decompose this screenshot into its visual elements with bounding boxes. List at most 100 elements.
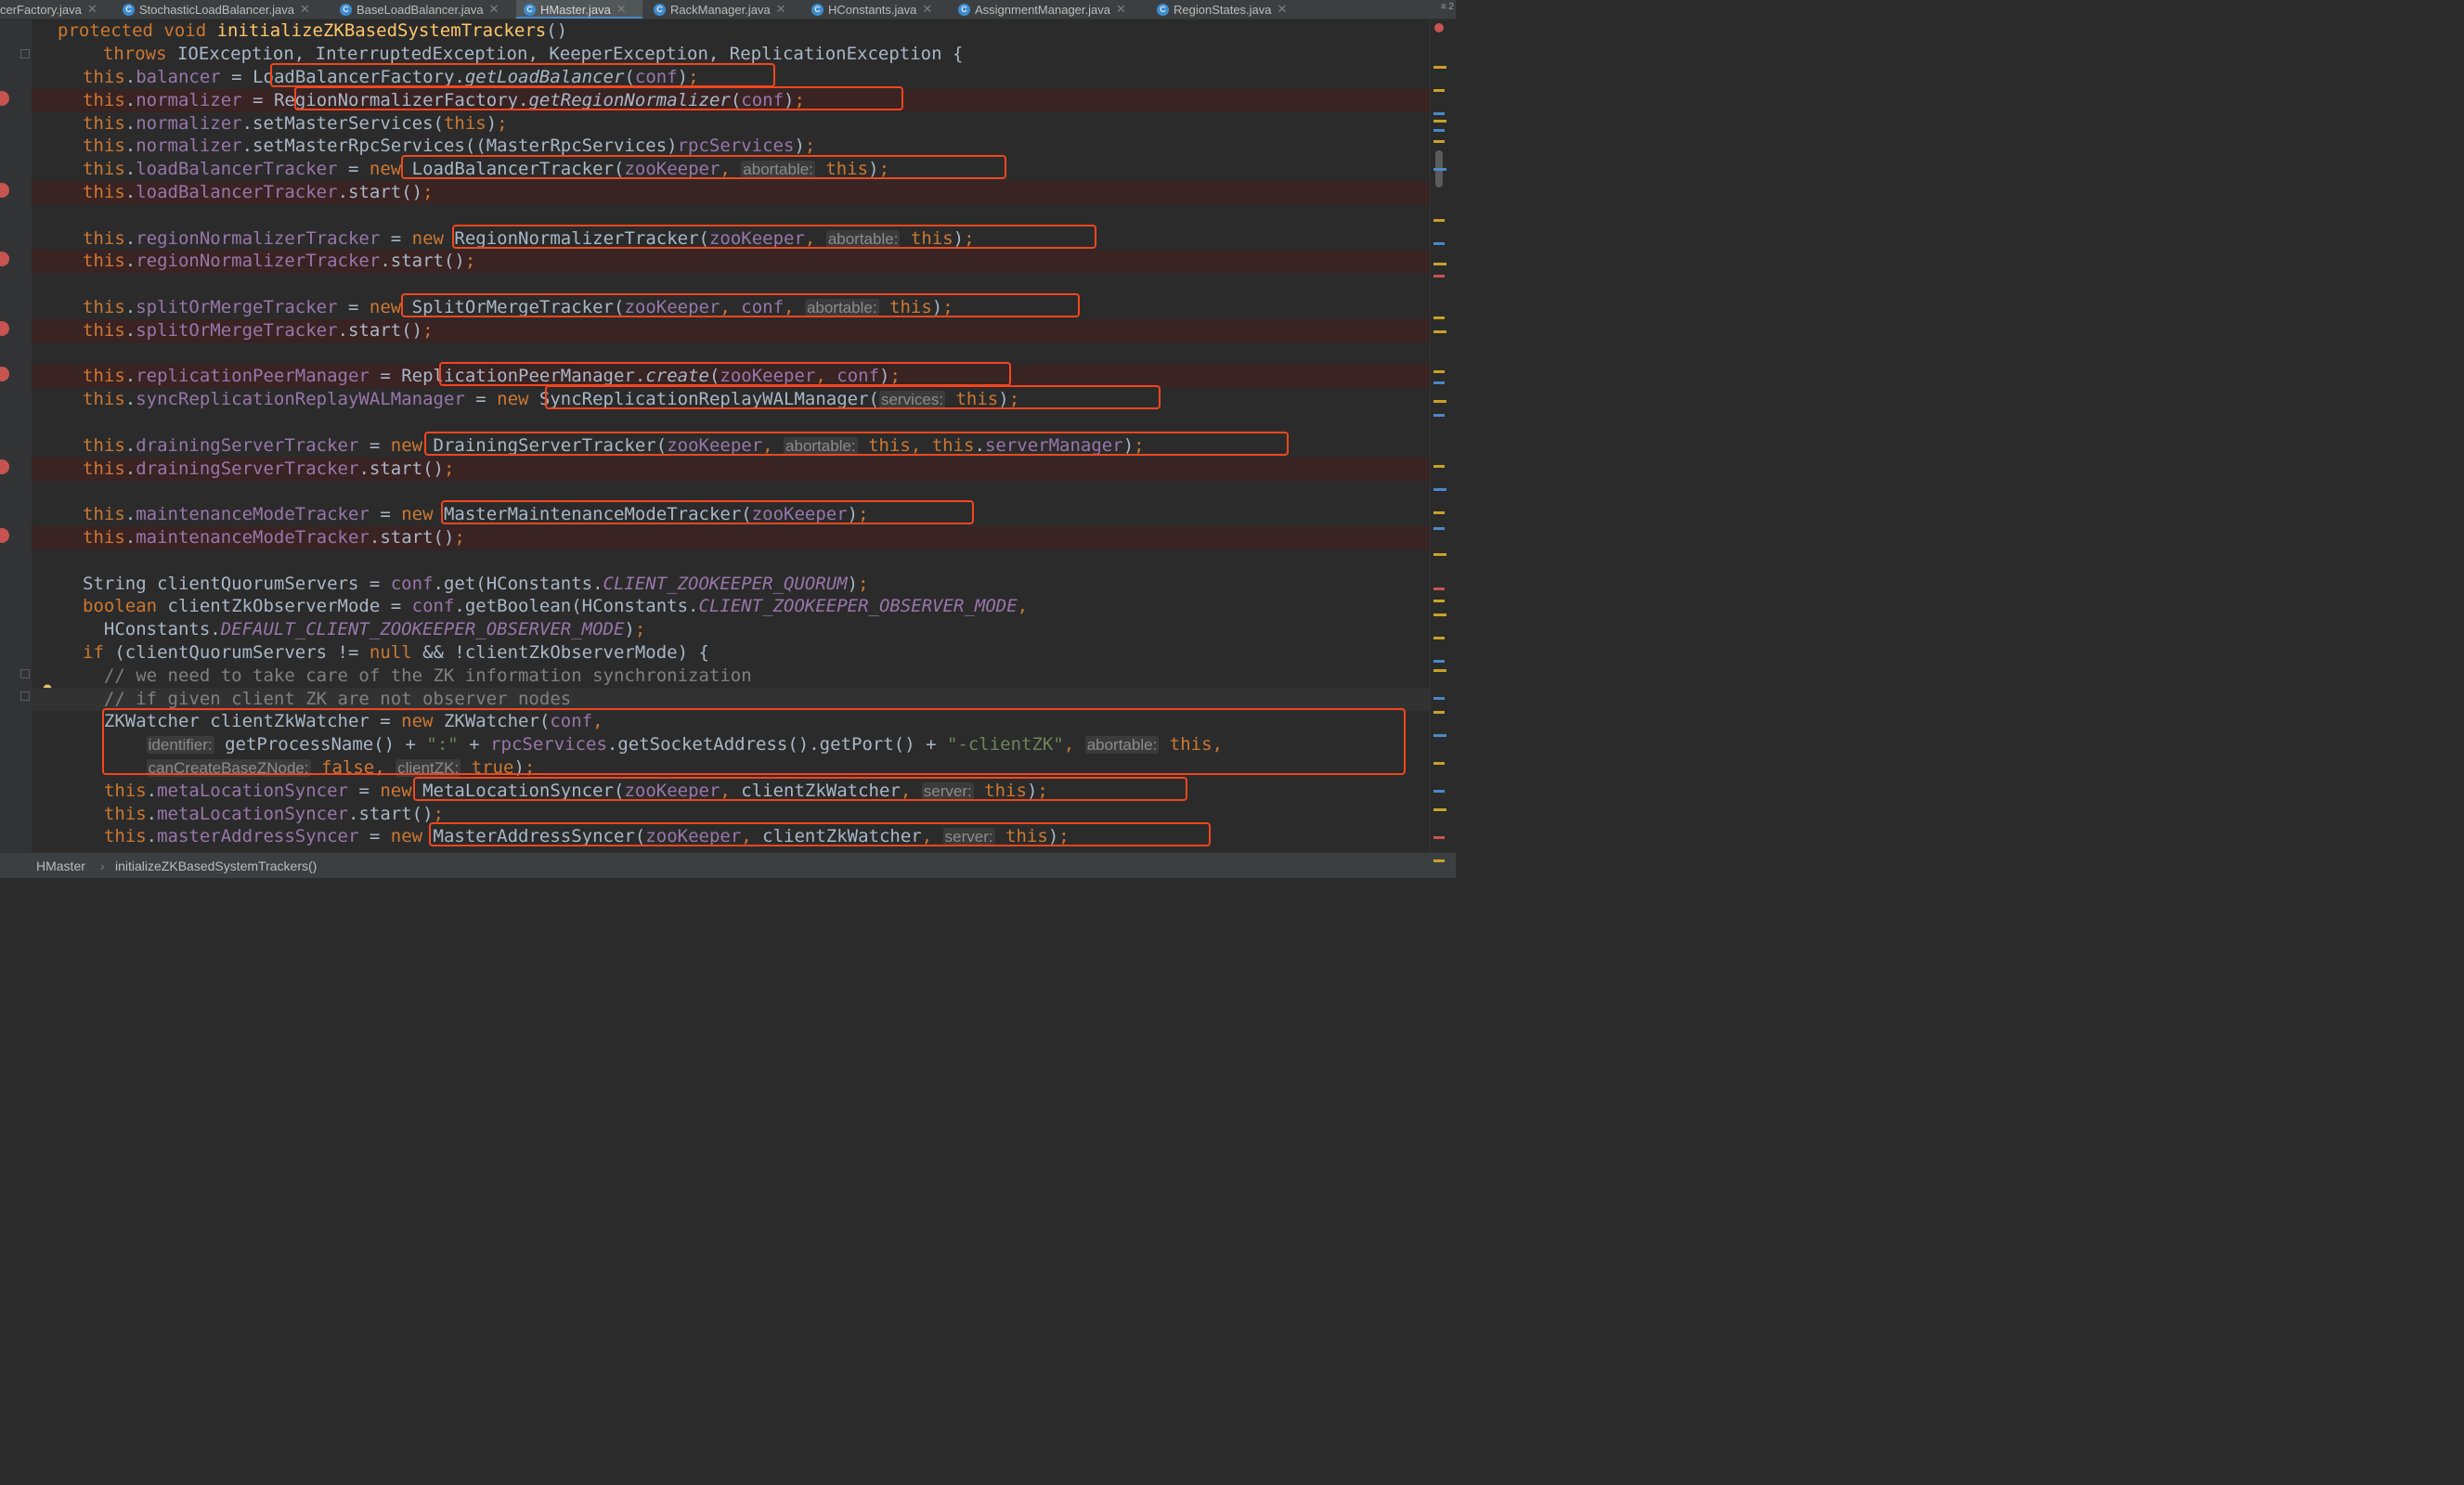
stripe-mark[interactable] — [1433, 790, 1445, 793]
stripe-mark[interactable] — [1433, 527, 1445, 530]
stripe-mark[interactable] — [1433, 400, 1446, 403]
tab-region-states[interactable]: C RegionStates.java ✕ — [1157, 0, 1296, 19]
code-token: . — [124, 136, 136, 156]
stripe-mark[interactable] — [1433, 465, 1445, 468]
stripe-mark[interactable] — [1433, 66, 1446, 69]
code-token: this — [83, 251, 125, 271]
code-line: this.normalizer = RegionNormalizerFactor… — [32, 89, 1430, 112]
breakpoint-icon[interactable] — [0, 367, 9, 381]
stripe-mark[interactable] — [1433, 511, 1445, 514]
code-token: ; — [964, 228, 975, 249]
close-icon[interactable]: ✕ — [489, 2, 499, 17]
tab-hconstants[interactable]: C HConstants.java ✕ — [811, 0, 943, 19]
stripe-mark[interactable] — [1433, 316, 1445, 319]
close-icon[interactable]: ✕ — [616, 2, 627, 17]
class-icon: C — [524, 3, 536, 16]
stripe-mark[interactable] — [1433, 859, 1445, 862]
tab-label: AssignmentManager.java — [975, 2, 1110, 17]
stripe-mark[interactable] — [1433, 600, 1445, 602]
fold-icon[interactable] — [20, 49, 30, 58]
tab-base-load-balancer[interactable]: C BaseLoadBalancer.java ✕ — [340, 0, 514, 19]
code-token: . — [124, 297, 136, 317]
class-icon: C — [958, 3, 970, 16]
breakpoint-icon[interactable] — [0, 321, 9, 336]
stripe-mark[interactable] — [1433, 711, 1445, 714]
stripe-mark[interactable] — [1433, 660, 1445, 663]
stripe-mark[interactable] — [1433, 697, 1445, 700]
stripe-mark[interactable] — [1433, 808, 1446, 811]
fold-icon[interactable] — [20, 669, 30, 678]
code-token: ; — [497, 113, 508, 134]
stripe-mark[interactable] — [1433, 669, 1446, 672]
code-token: metaLocationSyncer — [157, 804, 348, 824]
code-line: boolean clientZkObserverMode = conf.getB… — [32, 595, 1430, 618]
tab-rack-manager[interactable]: C RackManager.java ✕ — [654, 0, 798, 19]
tab-hmaster[interactable]: C HMaster.java ✕ — [516, 0, 642, 19]
tab-stochastic-load-balancer[interactable]: C StochasticLoadBalancer.java ✕ — [123, 0, 338, 19]
stripe-mark[interactable] — [1433, 370, 1445, 373]
code-token: ZKWatcher( — [443, 711, 551, 731]
code-token: drainingServerTracker — [136, 458, 359, 479]
code-token: , — [720, 781, 742, 801]
class-icon: C — [123, 3, 135, 16]
stripe-mark[interactable] — [1433, 836, 1445, 839]
code-token: serverManager — [984, 435, 1123, 456]
fold-icon[interactable] — [20, 691, 30, 701]
stripe-mark[interactable] — [1433, 588, 1445, 590]
stripe-mark[interactable] — [1433, 120, 1446, 123]
tab-overflow-icon[interactable]: ≡ 2 — [1441, 2, 1454, 12]
code-token: new — [369, 159, 412, 179]
editor-gutter[interactable] — [0, 19, 32, 852]
stripe-mark[interactable] — [1433, 219, 1445, 222]
stripe-mark[interactable] — [1433, 168, 1446, 171]
close-icon[interactable]: ✕ — [922, 2, 932, 17]
stripe-mark[interactable] — [1433, 275, 1445, 278]
code-token: this — [83, 826, 147, 846]
code-editor[interactable]: protected void initializeZKBasedSystemTr… — [32, 19, 1430, 852]
stripe-mark[interactable] — [1433, 112, 1445, 115]
error-indicator-icon[interactable] — [1434, 23, 1444, 32]
stripe-mark[interactable] — [1433, 553, 1446, 556]
breakpoint-icon[interactable] — [0, 528, 9, 543]
breakpoint-icon[interactable] — [0, 183, 9, 198]
close-icon[interactable]: ✕ — [300, 2, 310, 17]
parameter-hint: abortable: — [1084, 736, 1160, 754]
stripe-mark[interactable] — [1433, 140, 1445, 143]
code-token: . — [974, 435, 985, 456]
code-token: . — [124, 435, 136, 456]
error-stripe[interactable] — [1430, 19, 1456, 852]
stripe-mark[interactable] — [1433, 488, 1446, 491]
breakpoint-icon[interactable] — [0, 91, 9, 106]
code-token: maintenanceModeTracker — [136, 504, 370, 524]
breakpoint-icon[interactable] — [0, 252, 9, 266]
breakpoint-icon[interactable] — [0, 459, 9, 474]
close-icon[interactable]: ✕ — [87, 2, 97, 17]
close-icon[interactable]: ✕ — [1277, 2, 1288, 17]
stripe-mark[interactable] — [1433, 734, 1446, 737]
code-token: getRegionNormalizer — [528, 90, 731, 110]
stripe-mark[interactable] — [1433, 89, 1445, 92]
stripe-mark[interactable] — [1433, 637, 1445, 639]
code-token: regionNormalizerTracker — [136, 251, 381, 271]
stripe-mark[interactable] — [1433, 330, 1446, 333]
stripe-mark[interactable] — [1433, 613, 1446, 616]
tab-assignment-manager[interactable]: C AssignmentManager.java ✕ — [958, 0, 1144, 19]
code-token: maintenanceModeTracker — [136, 527, 370, 548]
code-token: ) — [868, 159, 879, 179]
breadcrumb-class[interactable]: HMaster — [36, 859, 85, 873]
close-icon[interactable]: ✕ — [1116, 2, 1126, 17]
breadcrumb-method[interactable]: initializeZKBasedSystemTrackers() — [115, 859, 317, 873]
stripe-mark[interactable] — [1433, 762, 1445, 765]
code-token: ) — [794, 136, 805, 156]
stripe-mark[interactable] — [1433, 414, 1445, 417]
stripe-mark[interactable] — [1433, 129, 1445, 132]
close-icon[interactable]: ✕ — [776, 2, 786, 17]
stripe-mark[interactable] — [1433, 242, 1445, 245]
code-token: loadBalancerTracker — [136, 159, 338, 179]
code-line: this.syncReplicationReplayWALManager = n… — [32, 388, 1430, 411]
stripe-mark[interactable] — [1433, 381, 1445, 384]
tab-load-balancer-factory[interactable]: cerFactory.java ✕ — [0, 0, 113, 19]
code-token: ; — [422, 182, 434, 202]
stripe-mark[interactable] — [1433, 263, 1446, 265]
